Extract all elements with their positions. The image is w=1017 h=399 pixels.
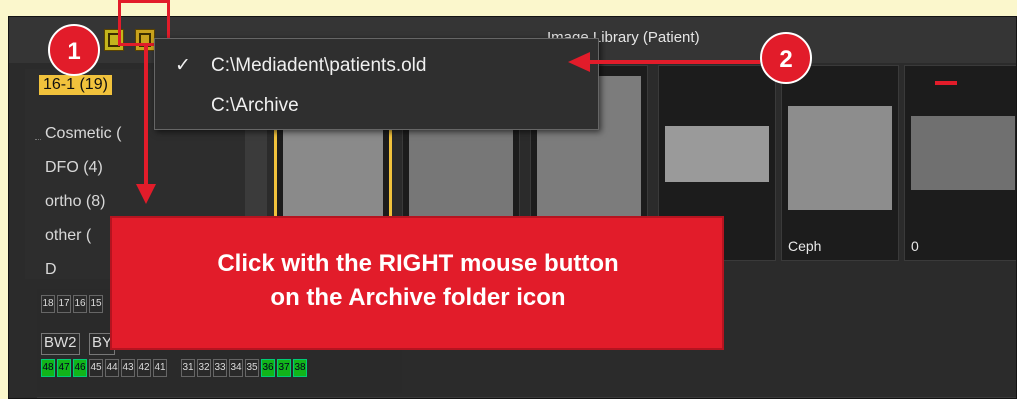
instruction-callout: Click with the RIGHT mouse button on the… bbox=[110, 216, 724, 350]
tooth-37[interactable]: 37 bbox=[277, 359, 291, 377]
tooth-42[interactable]: 42 bbox=[137, 359, 151, 377]
tooth-43[interactable]: 43 bbox=[121, 359, 135, 377]
tooth-17[interactable]: 17 bbox=[57, 295, 71, 313]
tooth-16[interactable]: 16 bbox=[73, 295, 87, 313]
archive-context-menu: ✓ C:\Mediadent\patients.old C:\Archive bbox=[154, 38, 599, 130]
tree-item-other[interactable]: other ( bbox=[45, 227, 91, 245]
tooth-38[interactable]: 38 bbox=[293, 359, 307, 377]
menu-item-archive[interactable]: C:\Archive bbox=[155, 85, 598, 125]
arrow-down bbox=[144, 46, 148, 186]
tree-item-ortho[interactable]: ortho (8) bbox=[45, 193, 105, 211]
red-indicator bbox=[935, 81, 957, 85]
callout-line-2: on the Archive folder icon bbox=[270, 284, 566, 311]
tooth-46[interactable]: 46 bbox=[73, 359, 87, 377]
bw2-button[interactable]: BW2 bbox=[41, 333, 80, 355]
arrow-down-head-icon bbox=[136, 184, 156, 204]
step-badge-1: 1 bbox=[48, 24, 100, 76]
tooth-18[interactable]: 18 bbox=[41, 295, 55, 313]
checkmark-icon: ✓ bbox=[175, 55, 191, 76]
tooth-15[interactable]: 15 bbox=[89, 295, 103, 313]
tooth-35[interactable]: 35 bbox=[245, 359, 259, 377]
menu-item-patients-old[interactable]: ✓ C:\Mediadent\patients.old bbox=[155, 45, 598, 85]
arrow-left-head-icon bbox=[568, 52, 590, 72]
step-badge-2: 2 bbox=[760, 32, 812, 84]
tooth-31[interactable]: 31 bbox=[181, 359, 195, 377]
tooth-41[interactable]: 41 bbox=[153, 359, 167, 377]
callout-line-1: Click with the RIGHT mouse button bbox=[217, 250, 619, 277]
thumbnail-ceph[interactable]: Ceph bbox=[781, 65, 899, 261]
tooth-47[interactable]: 47 bbox=[57, 359, 71, 377]
tree-item-cosmetic[interactable]: Cosmetic ( bbox=[45, 125, 121, 143]
tooth-44[interactable]: 44 bbox=[105, 359, 119, 377]
tree-item-16-1[interactable]: 16-1 (19) bbox=[39, 75, 112, 95]
tree-item-d[interactable]: D bbox=[45, 261, 57, 279]
tooth-33[interactable]: 33 bbox=[213, 359, 227, 377]
tooth-32[interactable]: 32 bbox=[197, 359, 211, 377]
thumbnail-caption: 0 bbox=[911, 238, 919, 254]
thumbnail-caption: Ceph bbox=[788, 238, 822, 254]
tree-item-dfo[interactable]: DFO (4) bbox=[45, 159, 103, 177]
thumbnail-0[interactable]: 0 bbox=[904, 65, 1016, 261]
arrow-left bbox=[588, 60, 760, 64]
tooth-45[interactable]: 45 bbox=[89, 359, 103, 377]
tooth-48[interactable]: 48 bbox=[41, 359, 55, 377]
tooth-36[interactable]: 36 bbox=[261, 359, 275, 377]
tooth-34[interactable]: 34 bbox=[229, 359, 243, 377]
